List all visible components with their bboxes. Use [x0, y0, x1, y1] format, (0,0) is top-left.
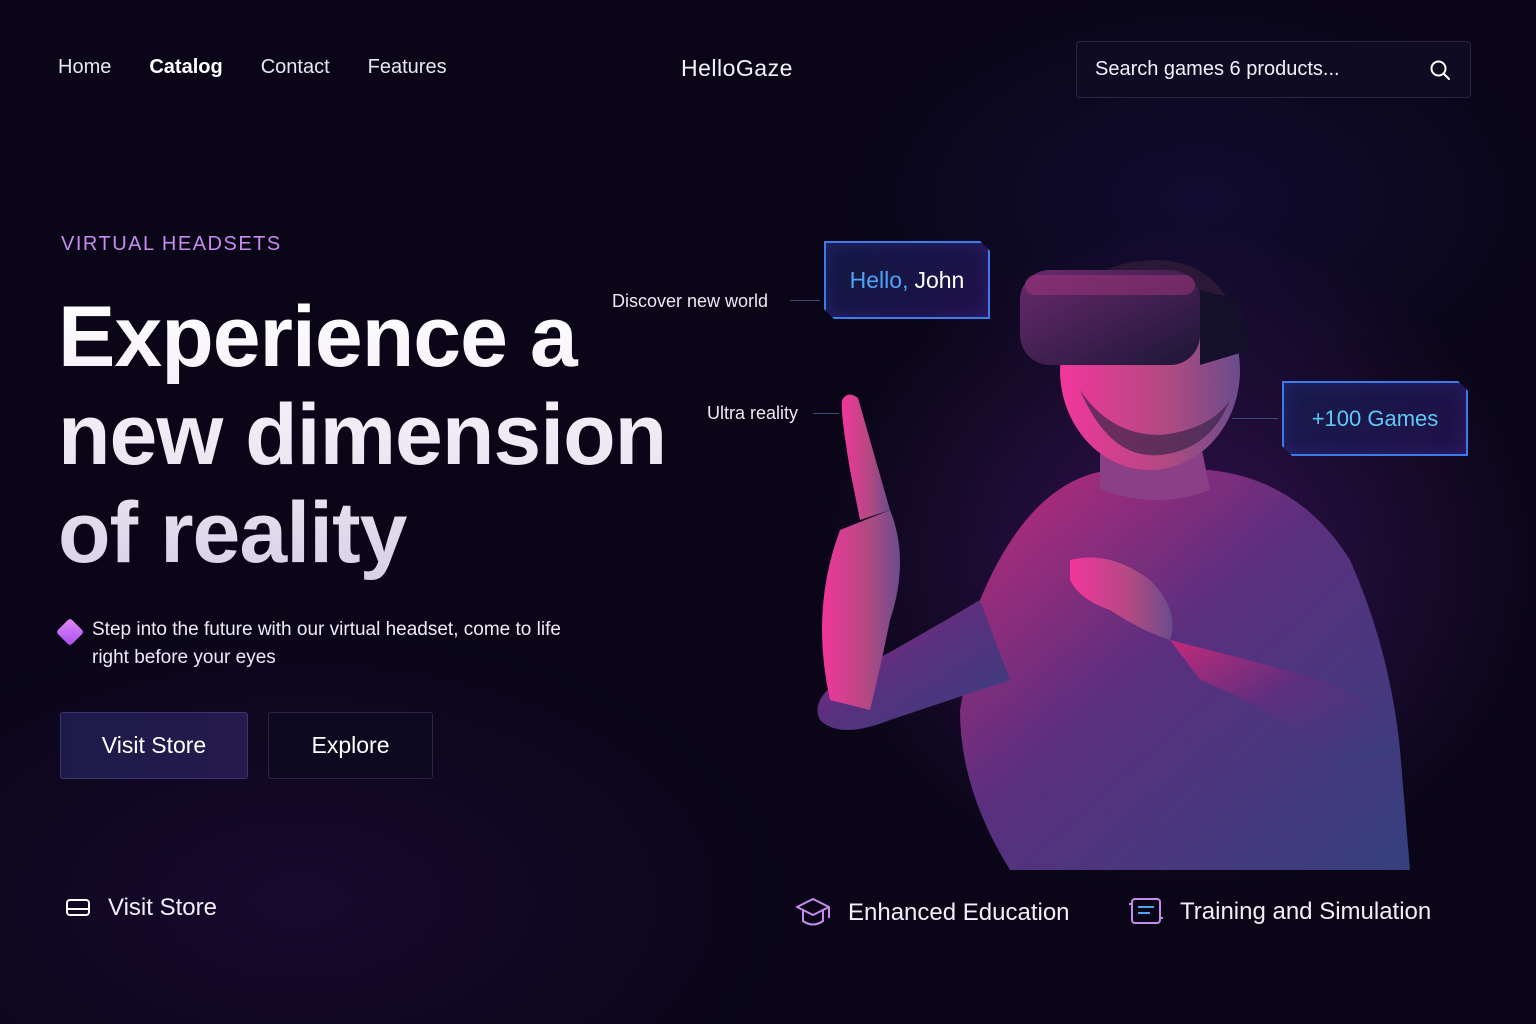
brand-logo-text[interactable]: HelloGaze: [681, 55, 793, 82]
explore-button[interactable]: Explore: [268, 712, 433, 779]
headset-icon: [66, 899, 90, 916]
top-navigation: Home Catalog Contact Features HelloGaze: [0, 0, 1536, 140]
headline-line-3: of reality: [58, 485, 407, 581]
callout-ultra-reality: Ultra reality: [707, 403, 799, 423]
hero-description-block: Step into the future with our virtual he…: [55, 616, 580, 672]
greeting-name: John: [914, 266, 965, 293]
feature-visit-store[interactable]: Visit Store: [64, 894, 217, 922]
search-box: [1076, 41, 1471, 98]
nav-link-home[interactable]: Home: [58, 56, 111, 79]
search-icon[interactable]: [1428, 58, 1452, 82]
feature-education-label: Enhanced Education: [848, 899, 1070, 926]
greeting-prefix: Hello,: [849, 266, 909, 293]
headline-line-1: Experience a: [58, 289, 577, 385]
feature-training-label: Training and Simulation: [1180, 898, 1432, 925]
hero-headline: Experience a new dimension of reality: [58, 288, 678, 582]
nav-link-catalog[interactable]: Catalog: [149, 56, 222, 79]
feature-enhanced-education[interactable]: Enhanced Education: [794, 894, 1070, 932]
feature-visit-store-label: Visit Store: [108, 894, 217, 921]
hero-eyebrow: VIRTUAL HEADSETS: [61, 233, 282, 255]
feature-training-simulation[interactable]: Training and Simulation: [1128, 894, 1431, 930]
vr-person-illustration: [817, 260, 1410, 870]
hero-description: Step into the future with our virtual he…: [92, 619, 561, 668]
simulation-board-icon: [1129, 898, 1163, 924]
nav-link-features[interactable]: Features: [368, 56, 447, 79]
hello-greeting-panel: Hello, John: [824, 241, 990, 319]
games-count-badge[interactable]: +100 Games: [1282, 381, 1468, 456]
diamond-icon: [55, 617, 85, 647]
nav-link-contact[interactable]: Contact: [261, 56, 330, 79]
graduation-cap-icon: [796, 898, 830, 926]
callout-connector: [813, 413, 839, 414]
callout-connector: [790, 300, 820, 301]
callout-connector: [1232, 418, 1278, 419]
nav-links: Home Catalog Contact Features: [58, 56, 447, 79]
search-input[interactable]: [1095, 58, 1428, 81]
games-count-text: +100 Games: [1311, 405, 1439, 431]
visit-store-button[interactable]: Visit Store: [60, 712, 248, 779]
headline-line-2: new dimension: [58, 387, 667, 483]
callout-discover-new-world: Discover new world: [612, 291, 769, 311]
